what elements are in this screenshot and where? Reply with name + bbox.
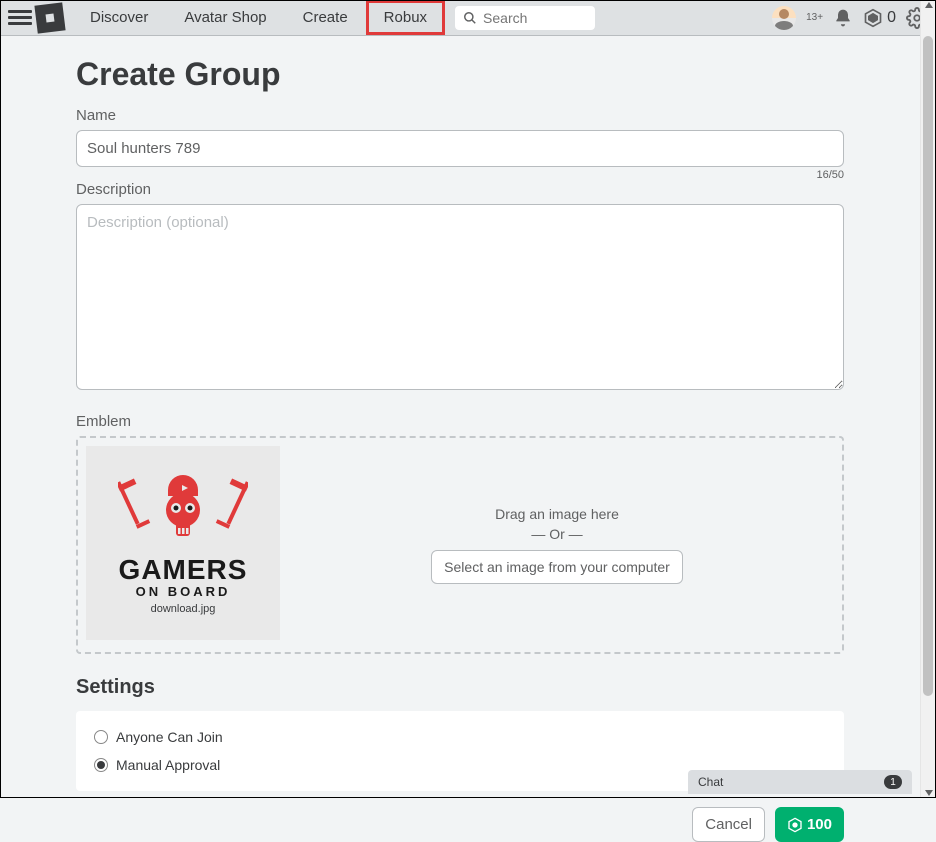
emblem-label: Emblem — [76, 413, 844, 430]
search-box[interactable] — [455, 6, 595, 30]
create-group-price-button[interactable]: 100 — [775, 807, 844, 842]
scrollbar-track[interactable] — [920, 0, 936, 798]
emblem-image-preview — [118, 472, 248, 552]
emblem-thumbnail: GAMERS ON BOARD download.jpg — [86, 446, 280, 640]
chat-label: Chat — [698, 775, 723, 789]
or-text: — Or — — [531, 526, 582, 542]
robux-balance-value: 0 — [887, 9, 896, 27]
price-value: 100 — [807, 816, 832, 833]
nav-links: Discover Avatar Shop Create Robux — [72, 0, 445, 35]
nav-robux[interactable]: Robux — [366, 0, 445, 35]
scroll-down-icon[interactable] — [925, 790, 933, 796]
chat-bar[interactable]: Chat 1 — [688, 770, 912, 794]
notifications-icon[interactable] — [833, 8, 853, 28]
avatar-icon[interactable] — [772, 6, 796, 30]
name-label: Name — [76, 107, 844, 124]
emblem-text-line2: ON BOARD — [136, 584, 231, 599]
emblem-text-line1: GAMERS — [119, 556, 248, 584]
emblem-instructions: Drag an image here — Or — Select an imag… — [280, 446, 834, 644]
footer-actions: Cancel 100 — [76, 807, 844, 842]
search-icon — [463, 11, 477, 25]
description-textarea[interactable] — [76, 204, 844, 390]
robux-icon — [787, 817, 803, 833]
settings-heading: Settings — [76, 676, 844, 699]
hamburger-menu-icon[interactable] — [8, 6, 32, 30]
cancel-button[interactable]: Cancel — [692, 807, 765, 842]
top-navbar: Discover Avatar Shop Create Robux 13+ 0 — [0, 0, 936, 36]
main-content: Create Group Name 16/50 Description Embl… — [0, 36, 920, 842]
nav-right: 13+ 0 — [772, 6, 928, 30]
radio-icon[interactable] — [94, 758, 108, 772]
nav-discover[interactable]: Discover — [72, 0, 166, 35]
robux-balance[interactable]: 0 — [863, 8, 896, 28]
roblox-logo-icon[interactable] — [34, 2, 65, 33]
chat-badge: 1 — [884, 775, 902, 789]
drag-image-text: Drag an image here — [495, 506, 619, 522]
name-char-counter: 16/50 — [76, 169, 844, 181]
scrollbar-thumb[interactable] — [923, 36, 933, 696]
radio-anyone-can-join[interactable]: Anyone Can Join — [94, 723, 826, 751]
radio-icon[interactable] — [94, 730, 108, 744]
nav-avatar-shop[interactable]: Avatar Shop — [166, 0, 284, 35]
scroll-up-icon[interactable] — [925, 2, 933, 8]
emblem-dropzone[interactable]: GAMERS ON BOARD download.jpg Drag an ima… — [76, 436, 844, 654]
search-input[interactable] — [483, 10, 587, 26]
select-image-button[interactable]: Select an image from your computer — [431, 550, 683, 584]
group-name-input[interactable] — [76, 130, 844, 167]
age-badge: 13+ — [806, 12, 823, 23]
description-label: Description — [76, 181, 844, 198]
emblem-filename: download.jpg — [151, 603, 216, 615]
radio-label: Manual Approval — [116, 757, 220, 773]
page-title: Create Group — [76, 56, 844, 93]
radio-label: Anyone Can Join — [116, 729, 223, 745]
nav-create[interactable]: Create — [285, 0, 366, 35]
